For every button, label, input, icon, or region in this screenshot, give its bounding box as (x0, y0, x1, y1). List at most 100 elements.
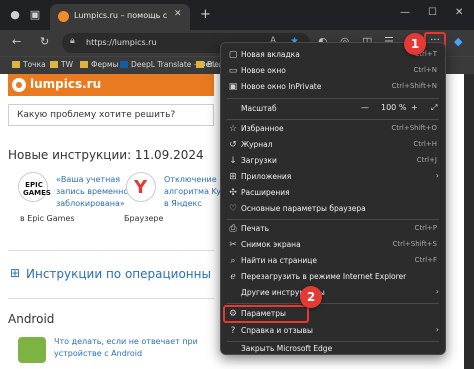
history-icon: ↺ (229, 140, 237, 150)
minimize-icon[interactable]: — (400, 7, 410, 18)
menu-item-essentials[interactable]: ♡ Основные параметры браузера (221, 201, 445, 217)
menu-item-shortcut: Ctrl+Shift+N (391, 82, 437, 90)
back-icon[interactable]: ← (12, 35, 21, 48)
menu-item-shortcut: Ctrl+H (413, 140, 437, 148)
site-search-input[interactable]: Какую проблему хотите решить? (8, 104, 214, 126)
menu-item-find[interactable]: ⌕ Найти на странице Ctrl+F (221, 253, 445, 269)
menu-item-close-edge[interactable]: Закрыть Microsoft Edge (221, 341, 445, 357)
menu-item-label: Приложения (241, 172, 292, 181)
menu-item-label: Справка и отзывы (241, 326, 313, 335)
favorites-icon: ☆ (228, 124, 238, 134)
lock-icon[interactable]: 🔒︎ (70, 36, 75, 46)
tab-close-icon[interactable]: ✕ (174, 9, 182, 19)
menu-item-extensions[interactable]: ✣ Расширения (221, 185, 445, 201)
section-title[interactable]: Инструкции по операционны (26, 267, 211, 281)
step-badge-1: 1 (404, 33, 426, 55)
fav-item[interactable]: Фермы (80, 60, 118, 69)
menu-item-downloads[interactable]: ↓ Загрузки Ctrl+J (221, 153, 445, 169)
essentials-icon: ♡ (228, 204, 238, 214)
article-1-line: «Ваша учетная (56, 175, 121, 184)
menu-item-label: Расширения (241, 188, 290, 197)
menu-separator (227, 98, 439, 99)
menu-separator (227, 119, 439, 120)
menu-item-new-window[interactable]: ▭ Новое окно Ctrl+N (221, 63, 445, 79)
yandex-logo[interactable]: Y (126, 172, 156, 202)
downloads-icon: ↓ (229, 156, 237, 166)
ie-mode-icon: ℯ (230, 272, 236, 282)
copilot-icon[interactable]: ◆ (454, 35, 462, 48)
article-link-1[interactable]: «Ваша учетная запись временно заблокиров… (56, 174, 128, 210)
article-1-line: запись временно (56, 187, 129, 196)
menu-item-label: Печать (241, 224, 270, 233)
chevron-right-icon: › (435, 171, 439, 180)
menu-item-inprivate[interactable]: ▣ Новое окно InPrivate Ctrl+Shift+N (221, 79, 445, 95)
help-icon: ? (230, 326, 236, 336)
epic-games-logo[interactable]: EPIC GAMES (18, 172, 51, 202)
menu-item-zoom: Масштаб — 100 % + ⤢ (221, 101, 445, 117)
android-line: устройстве с Android (54, 349, 143, 358)
android-heading: Android (8, 312, 55, 326)
article-2-line: алгоритма Kyb (164, 187, 227, 196)
menu-item-print[interactable]: ⎙ Печать Ctrl+P (221, 221, 445, 237)
zoom-value: 100 % (381, 103, 407, 112)
close-window-icon[interactable]: ✕ (455, 7, 463, 18)
menu-item-label: Перезагрузить в режиме Internet Explorer (241, 272, 407, 281)
menu-item-apps[interactable]: ⊞ Приложения › (221, 169, 445, 185)
workspaces-icon[interactable]: ▣ (28, 8, 42, 22)
menu-item-label: Загрузки (241, 156, 277, 165)
menu-item-help[interactable]: ? Справка и отзывы › (221, 323, 445, 339)
new-tab-icon: ▢ (228, 50, 238, 60)
browser-tab[interactable]: Lumpics.ru – помощь с компь ✕ (50, 4, 190, 30)
menu-item-ie-mode[interactable]: ℯ Перезагрузить в режиме Internet Explor… (221, 269, 445, 285)
menu-item-label: Закрыть Microsoft Edge (241, 344, 333, 353)
menu-item-screenshot[interactable]: ✂ Снимок экрана Ctrl+Shift+S (221, 237, 445, 253)
menu-item-label: Журнал (241, 140, 273, 149)
article-2-sub: Браузере (124, 214, 164, 223)
page-scrollbar[interactable] (464, 74, 474, 369)
menu-item-label: Снимок экрана (241, 240, 301, 249)
maximize-icon[interactable]: ☐ (428, 7, 437, 18)
article-2-line: в Яндекс (164, 199, 202, 208)
article-1-line: заблокирована» (56, 199, 125, 208)
menu-item-shortcut: Ctrl+F (414, 256, 437, 264)
url-text[interactable]: https://lumpics.ru (86, 38, 157, 47)
yandex-y-icon: Y (134, 177, 148, 198)
zoom-out-button[interactable]: — (361, 103, 369, 112)
search-placeholder: Какую проблему хотите решить? (17, 110, 176, 120)
menu-item-history[interactable]: ↺ Журнал Ctrl+H (221, 137, 445, 153)
zoom-in-button[interactable]: + (411, 103, 418, 112)
android-line: Что делать, если не отвечает при (54, 337, 198, 346)
new-tab-button[interactable]: + (200, 7, 211, 22)
menu-item-label: Новое окно InPrivate (241, 82, 322, 91)
menu-item-shortcut: Ctrl+P (414, 224, 437, 232)
fav-item[interactable]: Точка (12, 60, 46, 69)
menu-item-shortcut: Ctrl+N (413, 66, 437, 74)
print-icon: ⎙ (229, 224, 237, 234)
android-icon[interactable] (18, 337, 46, 363)
menu-item-label: Новая вкладка (241, 50, 300, 59)
fullscreen-icon[interactable]: ⤢ (431, 103, 437, 113)
chevron-right-icon: › (435, 287, 439, 296)
menu-item-label: Найти на странице (241, 256, 317, 265)
refresh-icon[interactable]: ↻ (40, 35, 49, 48)
site-logo[interactable]: lumpics.ru (30, 77, 101, 91)
tab-title: Lumpics.ru – помощь с компь (74, 11, 170, 20)
profile-icon[interactable]: ● (8, 8, 22, 22)
menu-item-favorites[interactable]: ☆ Избранное Ctrl+Shift+O (221, 121, 445, 137)
new-window-icon: ▭ (228, 66, 238, 76)
chevron-right-icon: › (435, 325, 439, 334)
extensions-icon: ✣ (229, 188, 237, 198)
menu-item-shortcut: Ctrl+J (416, 156, 437, 164)
site-favicon (58, 11, 69, 22)
android-article-link[interactable]: Что делать, если не отвечает при устройс… (54, 336, 198, 360)
logo-icon (12, 78, 26, 92)
site-header: lumpics.ru (8, 74, 214, 96)
menu-item-label: Основные параметры браузера (241, 204, 366, 213)
menu-item-more-tools[interactable]: Другие инструменты › (221, 285, 445, 301)
fav-item[interactable]: TW (50, 60, 73, 69)
article-link-2[interactable]: Отключение алгоритма Kyb в Яндекс (164, 174, 226, 210)
menu-item-label: Новое окно (241, 66, 286, 75)
settings-and-more-menu: ▢ Новая вкладка Ctrl+T ▭ Новое окно Ctrl… (220, 42, 446, 355)
article-2-line: Отключение (164, 175, 217, 184)
browser-window: ● ▣ Lumpics.ru – помощь с компь ✕ + — ☐ … (0, 0, 474, 369)
